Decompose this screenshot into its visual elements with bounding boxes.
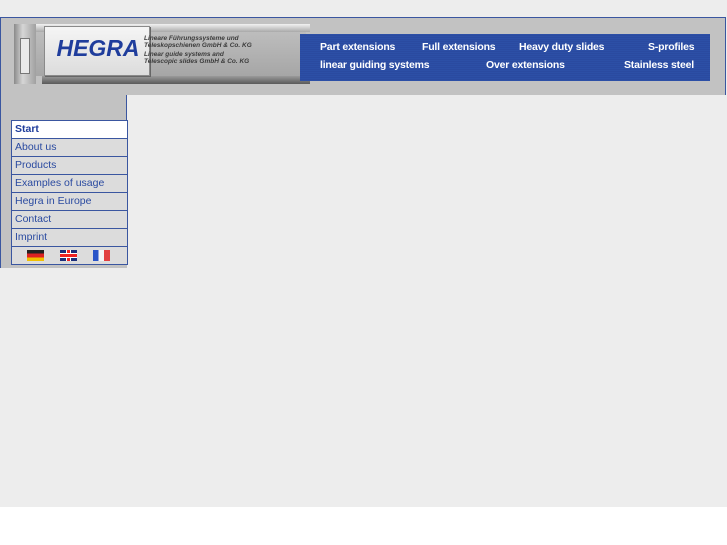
tagline-de-1: Lineare Führungssysteme und (144, 35, 239, 42)
logo-beam-bottom (42, 76, 310, 84)
tagline-en-1: Linear guide systems and (144, 51, 224, 58)
tagline-en-2: Telescopic slides GmbH & Co. KG (144, 58, 250, 65)
nav-linear-guiding-systems[interactable]: linear guiding systems (320, 59, 430, 71)
nav-heavy-duty-slides[interactable]: Heavy duty slides (519, 41, 605, 53)
menu-item-products[interactable]: Products (11, 157, 128, 175)
logo-beam-end (14, 24, 36, 84)
brand-name: HEGRA (56, 35, 140, 61)
logo-plate: HEGRA (44, 26, 150, 76)
menu-item-hegra-in-europe[interactable]: Hegra in Europe (11, 193, 128, 211)
menu-item-contact[interactable]: Contact (11, 211, 128, 229)
nav-stainless-steel[interactable]: Stainless steel (624, 59, 694, 71)
menu-item-about-us[interactable]: About us (11, 139, 128, 157)
nav-s-profiles[interactable]: S-profiles (648, 41, 695, 53)
nav-part-extensions[interactable]: Part extensions (320, 41, 395, 53)
menu-item-start[interactable]: Start (11, 120, 128, 139)
tagline-de-2: Teleskopschienen GmbH & Co. KG (144, 42, 252, 49)
menu-item-examples-of-usage[interactable]: Examples of usage (11, 175, 128, 193)
french-flag-icon[interactable] (93, 250, 110, 261)
sidebar-menu: Start About us Products Examples of usag… (11, 120, 128, 265)
nav-full-extensions[interactable]: Full extensions (422, 41, 496, 53)
menu-item-imprint[interactable]: Imprint (11, 229, 128, 247)
product-nav: Part extensions Full extensions Heavy du… (300, 34, 710, 81)
sidebar-edge (126, 95, 127, 120)
uk-flag-icon[interactable] (60, 250, 77, 261)
language-flags (11, 247, 128, 265)
tagline: Lineare Führungssysteme und Teleskopschi… (144, 35, 252, 65)
german-flag-icon[interactable] (27, 250, 44, 261)
nav-over-extensions[interactable]: Over extensions (486, 59, 565, 71)
logo[interactable]: HEGRA Lineare Führungssysteme und Telesk… (14, 22, 310, 84)
